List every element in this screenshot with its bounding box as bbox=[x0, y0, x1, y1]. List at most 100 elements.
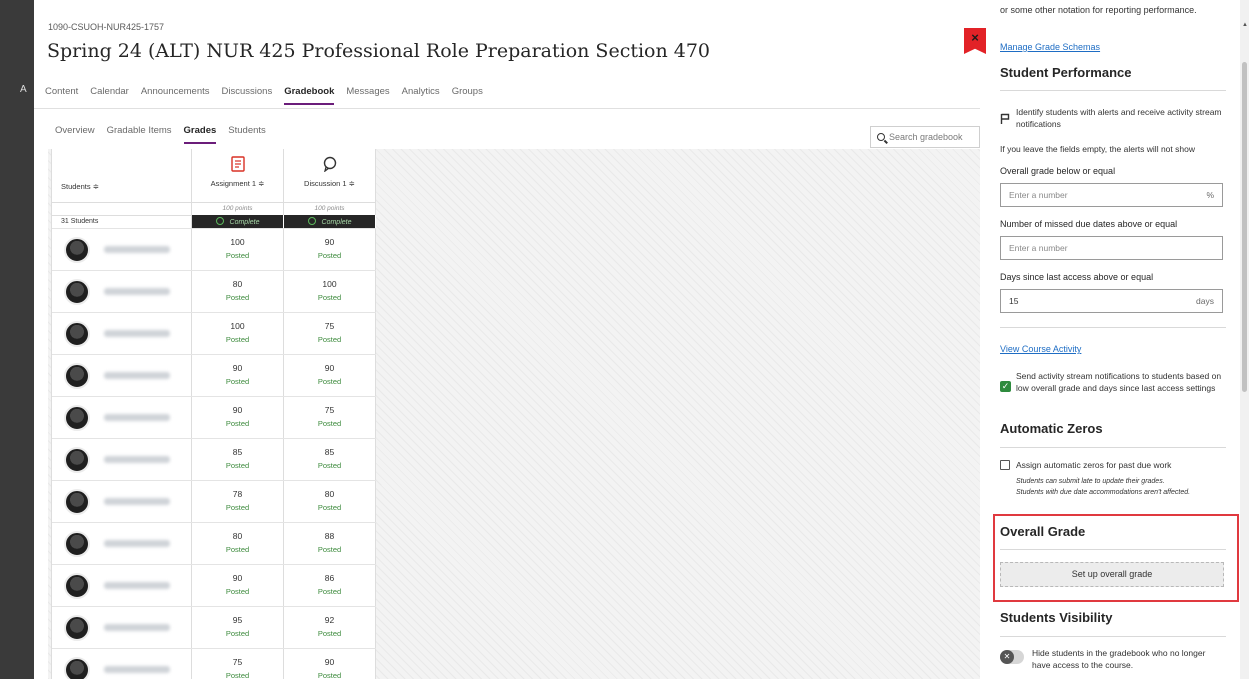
discussion-grade-cell[interactable]: 75 Posted bbox=[284, 397, 376, 438]
tab-grades[interactable]: Grades bbox=[183, 125, 217, 144]
schema-description: or some other notation for reporting per… bbox=[1000, 5, 1197, 15]
discussion-grade-cell[interactable]: 85 Posted bbox=[284, 439, 376, 480]
search-placeholder: Search gradebook bbox=[889, 132, 963, 142]
notify-students-checkbox[interactable]: ✓ bbox=[1000, 381, 1011, 392]
tab-students[interactable]: Students bbox=[228, 125, 266, 144]
assignment-grade-cell[interactable]: 100 Posted bbox=[192, 229, 284, 270]
table-header: Students ≑ Assignment 1 ≑ Discussion 1 ≑ bbox=[52, 149, 376, 203]
overall-grade-threshold-input[interactable]: Enter a number % bbox=[1000, 183, 1223, 207]
scroll-thumb[interactable] bbox=[1242, 62, 1247, 392]
posted-status: Posted bbox=[225, 335, 250, 344]
discussion-grade-cell[interactable]: 90 Posted bbox=[284, 355, 376, 396]
view-course-activity-link[interactable]: View Course Activity bbox=[1000, 344, 1081, 354]
tab-overview[interactable]: Overview bbox=[55, 125, 95, 144]
assignment-grade-cell[interactable]: 85 Posted bbox=[192, 439, 284, 480]
discussion-score: 90 bbox=[324, 657, 335, 667]
posted-status: Posted bbox=[317, 251, 342, 260]
course-nav: Content Calendar Announcements Discussio… bbox=[45, 86, 483, 105]
student-cell[interactable] bbox=[52, 313, 192, 354]
discussion-column-header[interactable]: Discussion 1 ≑ bbox=[284, 149, 376, 202]
student-cell[interactable] bbox=[52, 439, 192, 480]
status-row: 31 Students Complete Complete bbox=[52, 215, 376, 228]
posted-status: Posted bbox=[225, 503, 250, 512]
assignment-grade-cell[interactable]: 90 Posted bbox=[192, 397, 284, 438]
close-icon: × bbox=[971, 30, 979, 45]
assignment-grade-cell[interactable]: 95 Posted bbox=[192, 607, 284, 648]
automatic-zeros-heading: Automatic Zeros bbox=[1000, 421, 1103, 436]
student-cell[interactable] bbox=[52, 355, 192, 396]
discussion-grade-cell[interactable]: 90 Posted bbox=[284, 649, 376, 679]
student-name-blurred bbox=[104, 666, 170, 673]
nav-analytics[interactable]: Analytics bbox=[402, 86, 440, 105]
automatic-zeros-checkbox[interactable] bbox=[1000, 460, 1010, 470]
nav-discussions[interactable]: Discussions bbox=[222, 86, 273, 105]
nav-announcements[interactable]: Announcements bbox=[141, 86, 210, 105]
discussion-grade-cell[interactable]: 80 Posted bbox=[284, 481, 376, 522]
discussion-grade-cell[interactable]: 75 Posted bbox=[284, 313, 376, 354]
tab-gradable-items[interactable]: Gradable Items bbox=[107, 125, 172, 144]
nav-messages[interactable]: Messages bbox=[346, 86, 389, 105]
nav-gradebook[interactable]: Gradebook bbox=[284, 86, 335, 105]
assignment-column-title: Assignment 1 ≑ bbox=[210, 179, 265, 188]
student-name-blurred bbox=[104, 372, 170, 379]
student-name-blurred bbox=[104, 624, 170, 631]
student-cell[interactable] bbox=[52, 271, 192, 312]
table-row: 78 Posted 80 Posted bbox=[52, 480, 376, 522]
assignment-grade-cell[interactable]: 100 Posted bbox=[192, 313, 284, 354]
strip-letter: A bbox=[20, 84, 27, 95]
student-cell[interactable] bbox=[52, 481, 192, 522]
assignment-score: 80 bbox=[232, 531, 243, 541]
avatar bbox=[64, 572, 90, 599]
assignment-grade-cell[interactable]: 78 Posted bbox=[192, 481, 284, 522]
discussion-grade-cell[interactable]: 86 Posted bbox=[284, 565, 376, 606]
nav-content[interactable]: Content bbox=[45, 86, 78, 105]
hide-inactive-students-toggle[interactable]: ✕ bbox=[1000, 650, 1024, 664]
posted-status: Posted bbox=[225, 545, 250, 554]
student-cell[interactable] bbox=[52, 397, 192, 438]
discussion-grade-cell[interactable]: 88 Posted bbox=[284, 523, 376, 564]
missed-due-dates-input[interactable]: Enter a number bbox=[1000, 236, 1223, 260]
divider bbox=[1000, 636, 1226, 637]
assignment-score: 75 bbox=[232, 657, 243, 667]
avatar bbox=[64, 614, 90, 641]
days-since-access-input[interactable]: 15 days bbox=[1000, 289, 1223, 313]
posted-status: Posted bbox=[317, 545, 342, 554]
avatar bbox=[64, 236, 90, 263]
discussion-status-label: Complete bbox=[321, 219, 352, 226]
student-cell[interactable] bbox=[52, 649, 192, 679]
search-gradebook-input[interactable]: Search gradebook bbox=[870, 126, 980, 148]
discussion-points: 100 points bbox=[284, 203, 376, 215]
student-cell[interactable] bbox=[52, 523, 192, 564]
automatic-zeros-note-accommodations: Students with due date accommodations ar… bbox=[1016, 489, 1191, 496]
assignment-grade-cell[interactable]: 80 Posted bbox=[192, 271, 284, 312]
posted-status: Posted bbox=[225, 293, 250, 302]
discussion-grade-cell[interactable]: 92 Posted bbox=[284, 607, 376, 648]
students-column-header[interactable]: Students ≑ bbox=[52, 149, 192, 202]
student-cell[interactable] bbox=[52, 565, 192, 606]
nav-groups[interactable]: Groups bbox=[452, 86, 483, 105]
assignment-score: 100 bbox=[230, 321, 245, 331]
overall-grade-highlight bbox=[993, 514, 1239, 602]
divider bbox=[1000, 327, 1226, 328]
manage-grade-schemas-link[interactable]: Manage Grade Schemas bbox=[1000, 42, 1100, 52]
course-page: 1090-CSUOH-NUR425-1757 Spring 24 (ALT) N… bbox=[34, 8, 980, 679]
posted-status: Posted bbox=[317, 503, 342, 512]
discussion-grade-cell[interactable]: 90 Posted bbox=[284, 229, 376, 270]
assignment-grade-cell[interactable]: 90 Posted bbox=[192, 565, 284, 606]
assignment-grade-cell[interactable]: 75 Posted bbox=[192, 649, 284, 679]
student-cell[interactable] bbox=[52, 607, 192, 648]
scroll-up-icon[interactable]: ▲ bbox=[1242, 22, 1248, 28]
table-row: 90 Posted 75 Posted bbox=[52, 396, 376, 438]
student-cell[interactable] bbox=[52, 229, 192, 270]
assignment-grade-cell[interactable]: 80 Posted bbox=[192, 523, 284, 564]
table-row: 90 Posted 90 Posted bbox=[52, 354, 376, 396]
discussion-grade-cell[interactable]: 100 Posted bbox=[284, 271, 376, 312]
assignment-grade-cell[interactable]: 90 Posted bbox=[192, 355, 284, 396]
nav-calendar[interactable]: Calendar bbox=[90, 86, 129, 105]
table-body: 100 Posted 90 Posted 80 Posted 100 Posted 100 Pos… bbox=[52, 228, 376, 679]
assignment-score: 90 bbox=[232, 573, 243, 583]
table-row: 80 Posted 100 Posted bbox=[52, 270, 376, 312]
assignment-column-header[interactable]: Assignment 1 ≑ bbox=[192, 149, 284, 202]
left-dark-strip: A bbox=[0, 0, 34, 679]
panel-scrollbar[interactable]: ▲ bbox=[1240, 0, 1249, 679]
